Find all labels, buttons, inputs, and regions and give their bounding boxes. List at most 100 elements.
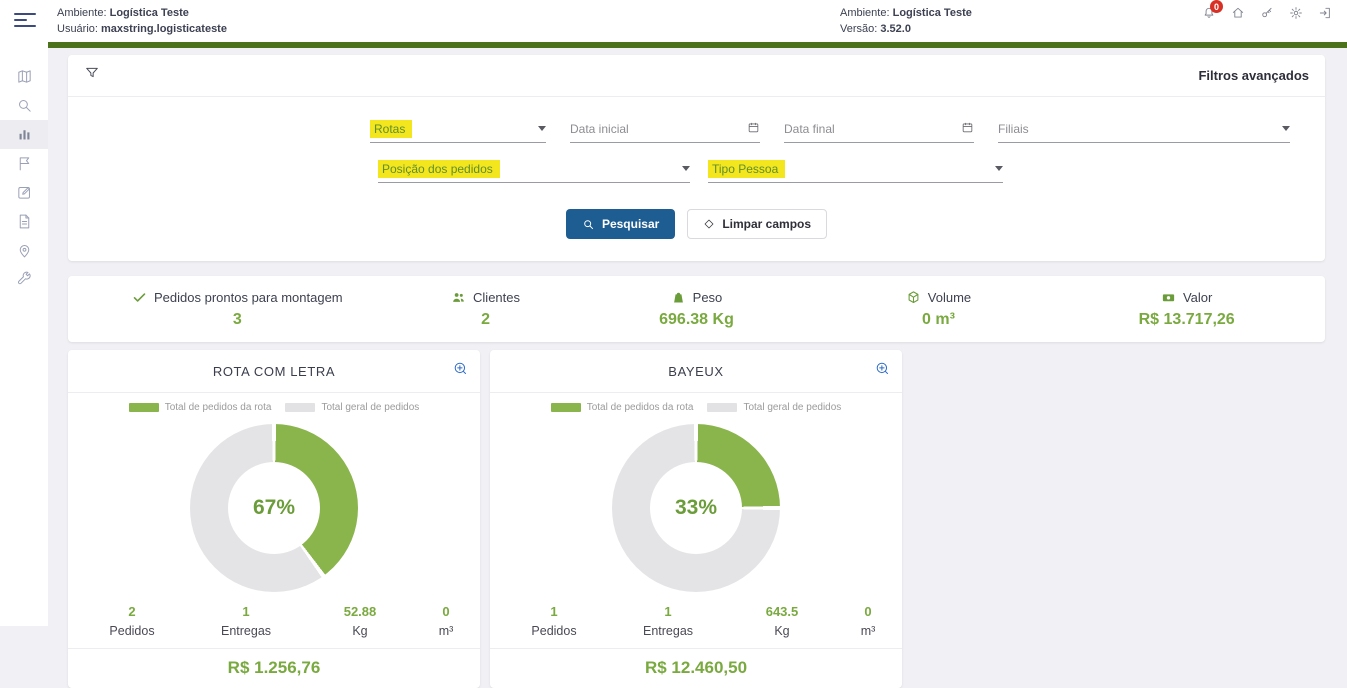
header-icon-bar: 0: [1199, 3, 1335, 23]
ambiente2-value: Logística Teste: [893, 7, 972, 19]
gear-icon[interactable]: [1286, 3, 1306, 23]
stat-value: 0: [418, 604, 474, 619]
stat-label: Pedidos: [74, 624, 190, 638]
donut-center-percent: 67%: [253, 496, 295, 520]
summary-label: Pedidos prontos para montagem: [154, 290, 343, 305]
posicao-pedidos-select[interactable]: Posição dos pedidos: [378, 159, 690, 183]
summary-label: Peso: [693, 290, 723, 305]
rotas-label: Rotas: [370, 120, 412, 138]
users-icon: [451, 290, 466, 305]
chevron-down-icon: [538, 126, 546, 131]
environment-info: Ambiente: Logística Teste Usuário: maxst…: [57, 6, 227, 38]
calendar-icon[interactable]: [747, 121, 760, 137]
donut-chart[interactable]: 67%: [190, 424, 358, 592]
summary-pedidos-prontos: Pedidos prontos para montagem 3: [76, 290, 399, 329]
summary-value: 2: [481, 311, 490, 329]
zoom-in-icon[interactable]: [453, 361, 468, 381]
route-total-value: R$ 12.460,50: [490, 649, 902, 688]
usuario-value: maxstring.logisticateste: [101, 23, 227, 35]
route-card-bayeux: BAYEUX Total de pedidos da rota Total ge…: [490, 350, 902, 688]
check-icon: [132, 290, 147, 305]
ambiente-label: Ambiente:: [57, 7, 107, 19]
stat-value: 0: [840, 604, 896, 619]
top-header: Ambiente: Logística Teste Usuário: maxst…: [0, 0, 1347, 42]
search-icon[interactable]: [0, 91, 48, 120]
versao-label: Versão:: [840, 23, 877, 35]
stat-value: 2: [74, 604, 190, 619]
tipo-pessoa-select[interactable]: Tipo Pessoa: [708, 159, 1003, 183]
zoom-in-icon[interactable]: [875, 361, 890, 381]
donut-chart[interactable]: 33%: [612, 424, 780, 592]
stat-label: Entregas: [190, 624, 302, 638]
data-inicial-input[interactable]: Data inicial: [570, 119, 760, 143]
summary-label: Clientes: [473, 290, 520, 305]
summary-label: Volume: [928, 290, 971, 305]
route-total-value: R$ 1.256,76: [68, 649, 480, 688]
edit-icon[interactable]: [0, 178, 48, 207]
route-charts: ROTA COM LETRA Total de pedidos da rota …: [68, 350, 1325, 688]
route-card-title: BAYEUX: [668, 364, 723, 379]
filiais-select[interactable]: Filiais: [998, 119, 1290, 143]
stat-value: 1: [190, 604, 302, 619]
search-button[interactable]: Pesquisar: [566, 209, 675, 239]
summary-value: R$ 13.717,26: [1139, 311, 1235, 329]
home-icon[interactable]: [1228, 3, 1248, 23]
rotas-select[interactable]: Rotas: [370, 119, 546, 143]
ambiente-value: Logística Teste: [110, 7, 189, 19]
legend-label: Total de pedidos da rota: [587, 402, 694, 413]
accent-bar: [48, 42, 1347, 48]
stat-value: 1: [496, 604, 612, 619]
legend-swatch-gray: [707, 403, 737, 412]
summary-volume: Volume 0 m³: [821, 290, 1057, 329]
legend-swatch-green: [129, 403, 159, 412]
legend-swatch-gray: [285, 403, 315, 412]
chevron-down-icon: [682, 166, 690, 171]
map-pin-icon[interactable]: [0, 236, 48, 265]
document-icon[interactable]: [0, 207, 48, 236]
clear-fields-label: Limpar campos: [722, 217, 811, 231]
tipo-pessoa-label: Tipo Pessoa: [708, 160, 785, 178]
legend-swatch-green: [551, 403, 581, 412]
versao-value: 3.52.0: [880, 23, 911, 35]
legend-label: Total geral de pedidos: [743, 402, 841, 413]
filter-row-1: Rotas Data inicial Data final Filiais: [370, 119, 1325, 143]
filter-actions: Pesquisar Limpar campos: [68, 183, 1325, 261]
chevron-down-icon: [995, 166, 1003, 171]
data-final-label: Data final: [784, 122, 961, 136]
stat-label: Kg: [724, 624, 840, 638]
wrench-icon[interactable]: [0, 265, 48, 294]
summary-valor: Valor R$ 13.717,26: [1056, 290, 1317, 329]
summary-value: 0 m³: [922, 311, 955, 329]
bell-icon[interactable]: 0: [1199, 3, 1219, 23]
route-card-title: ROTA COM LETRA: [213, 364, 335, 379]
key-icon[interactable]: [1257, 3, 1277, 23]
search-button-label: Pesquisar: [602, 217, 659, 231]
usuario-label: Usuário:: [57, 23, 98, 35]
routes-icon[interactable]: [0, 149, 48, 178]
stat-value: 52.88: [302, 604, 418, 619]
logout-icon[interactable]: [1315, 3, 1335, 23]
legend-label: Total geral de pedidos: [321, 402, 419, 413]
stat-label: m³: [840, 624, 896, 638]
left-sidebar: [0, 42, 48, 626]
menu-toggle-icon[interactable]: [14, 13, 38, 29]
data-final-input[interactable]: Data final: [784, 119, 974, 143]
eraser-icon: [703, 218, 715, 230]
ambiente2-label: Ambiente:: [840, 7, 890, 19]
chart-legend: Total de pedidos da rota Total geral de …: [490, 393, 902, 413]
filter-icon[interactable]: [84, 65, 100, 86]
calendar-icon[interactable]: [961, 121, 974, 137]
summary-label: Valor: [1183, 290, 1212, 305]
route-card-rota-com-letra: ROTA COM LETRA Total de pedidos da rota …: [68, 350, 480, 688]
notification-badge: 0: [1210, 0, 1223, 13]
cube-icon: [906, 290, 921, 305]
map-icon[interactable]: [0, 62, 48, 91]
summary-value: 3: [233, 311, 242, 329]
filters-title: Filtros avançados: [1198, 68, 1309, 83]
stat-label: m³: [418, 624, 474, 638]
data-inicial-label: Data inicial: [570, 122, 747, 136]
weight-icon: [671, 290, 686, 305]
legend-label: Total de pedidos da rota: [165, 402, 272, 413]
clear-fields-button[interactable]: Limpar campos: [687, 209, 827, 239]
bar-chart-icon[interactable]: [0, 120, 48, 149]
